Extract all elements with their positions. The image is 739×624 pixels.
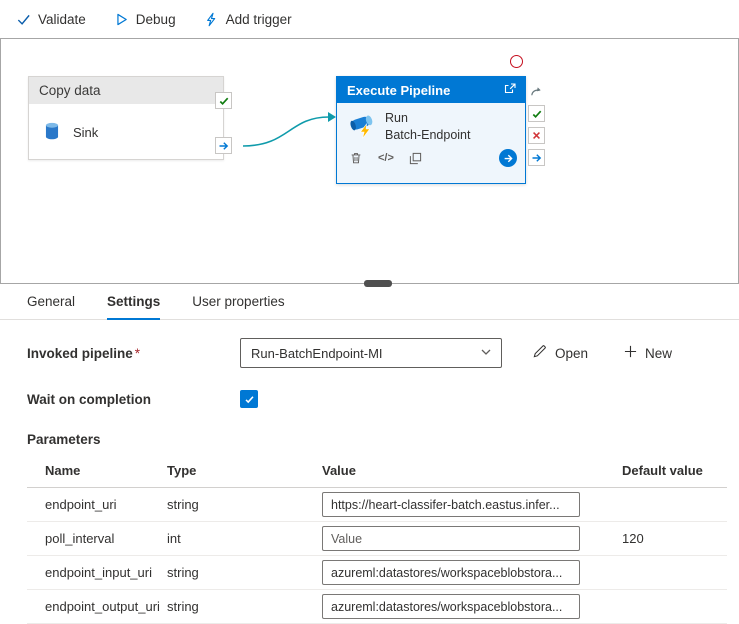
parameters-section-label: Parameters (27, 432, 739, 447)
connection-point-marker[interactable] (510, 55, 523, 68)
code-icon[interactable]: </> (378, 152, 394, 164)
header-value: Value (322, 457, 622, 488)
pencil-icon (532, 344, 547, 362)
parameter-row: endpoint_uri string (27, 488, 727, 522)
pipeline-run-icon (347, 110, 377, 143)
wait-on-completion-label: Wait on completion (27, 392, 240, 407)
execute-activity-actions: </> (337, 145, 525, 167)
new-pipeline-label: New (645, 346, 672, 361)
plus-icon (624, 345, 637, 361)
tab-general[interactable]: General (27, 284, 75, 320)
activity-name-line2: Batch-Endpoint (385, 127, 470, 143)
pipeline-editor: Validate Debug Add trigger Copy data Sin… (0, 0, 739, 624)
activity-name-line1: Run (385, 110, 470, 126)
wait-on-completion-checkbox[interactable] (240, 390, 258, 408)
sink-label: Sink (73, 125, 98, 140)
open-pipeline-label: Open (555, 346, 588, 361)
rerun-curved-arrow-icon[interactable] (528, 83, 545, 100)
config-tabs: General Settings User properties (0, 284, 739, 320)
activity-output-ports (528, 83, 545, 166)
parameter-row: endpoint_input_uri string (27, 556, 727, 590)
execute-activity-body: Run Batch-Endpoint (337, 103, 525, 145)
invoked-pipeline-select[interactable]: Run-BatchEndpoint-MI (240, 338, 502, 368)
parameters-table: Name Type Value Default value endpoint_u… (27, 457, 727, 624)
add-next-activity-button[interactable] (499, 149, 517, 167)
parameter-default-value (622, 488, 727, 522)
delete-activity-button[interactable] (349, 151, 363, 165)
parameter-name: endpoint_input_uri (27, 556, 167, 590)
parameter-type: int (167, 522, 322, 556)
copy-output-port[interactable] (215, 137, 232, 154)
activity-config-panel: General Settings User properties Invoked… (0, 284, 739, 624)
panel-resize-handle[interactable] (364, 280, 392, 287)
tab-user-properties[interactable]: User properties (192, 284, 284, 320)
tab-settings[interactable]: Settings (107, 284, 160, 320)
invoked-pipeline-label: Invoked pipeline* (27, 346, 240, 361)
copy-data-activity[interactable]: Copy data Sink (28, 76, 224, 160)
validate-label: Validate (38, 12, 86, 27)
execute-pipeline-activity[interactable]: Execute Pipeline Run Bat (336, 76, 526, 184)
checkmark-icon (16, 12, 31, 27)
database-icon (41, 120, 63, 145)
success-output-port[interactable] (528, 105, 545, 122)
parameter-type: string (167, 488, 322, 522)
validate-button[interactable]: Validate (16, 12, 86, 27)
header-name: Name (27, 457, 167, 488)
parameter-name: endpoint_uri (27, 488, 167, 522)
add-trigger-label: Add trigger (226, 12, 292, 27)
parameter-type: string (167, 556, 322, 590)
parameters-header-row: Name Type Value Default value (27, 457, 727, 488)
parameter-default-value: 120 (622, 522, 727, 556)
debug-label: Debug (136, 12, 176, 27)
invoked-pipeline-row: Invoked pipeline* Run-BatchEndpoint-MI O… (27, 338, 739, 368)
new-pipeline-button[interactable]: New (624, 345, 672, 361)
required-asterisk: * (135, 346, 140, 361)
lightning-icon (204, 12, 219, 27)
parameter-value-input[interactable] (322, 526, 580, 551)
execute-activity-header: Execute Pipeline (337, 77, 525, 103)
completion-output-port[interactable] (528, 149, 545, 166)
parameter-value-input[interactable] (322, 492, 580, 517)
copy-activity-body: Sink (29, 104, 223, 160)
parameter-name: poll_interval (27, 522, 167, 556)
checkbox-check-icon (244, 394, 255, 405)
parameter-row: poll_interval int 120 (27, 522, 727, 556)
clone-activity-button[interactable] (409, 152, 422, 165)
canvas-toolbar: Validate Debug Add trigger (0, 0, 739, 38)
parameter-row: endpoint_output_uri string (27, 590, 727, 624)
pipeline-canvas[interactable]: Copy data Sink Execute Pipeline (0, 38, 739, 284)
validation-success-badge (215, 92, 232, 109)
invoked-pipeline-value: Run-BatchEndpoint-MI (251, 346, 480, 361)
header-type: Type (167, 457, 322, 488)
header-default-value: Default value (622, 457, 727, 488)
open-in-new-icon[interactable] (503, 82, 517, 99)
parameter-type: string (167, 590, 322, 624)
parameter-value-input[interactable] (322, 594, 580, 619)
wait-on-completion-row: Wait on completion (27, 390, 739, 408)
debug-button[interactable]: Debug (114, 12, 176, 27)
activity-name: Run Batch-Endpoint (385, 110, 470, 143)
settings-form: Invoked pipeline* Run-BatchEndpoint-MI O… (0, 338, 739, 624)
play-icon (114, 12, 129, 27)
open-pipeline-button[interactable]: Open (532, 344, 588, 362)
failure-output-port[interactable] (528, 127, 545, 144)
add-trigger-button[interactable]: Add trigger (204, 12, 292, 27)
copy-activity-title: Copy data (29, 77, 223, 104)
execute-activity-title: Execute Pipeline (347, 83, 503, 98)
parameter-name: endpoint_output_uri (27, 590, 167, 624)
parameter-default-value (622, 590, 727, 624)
parameter-value-input[interactable] (322, 560, 580, 585)
parameter-default-value (622, 556, 727, 590)
chevron-down-icon (480, 346, 492, 361)
